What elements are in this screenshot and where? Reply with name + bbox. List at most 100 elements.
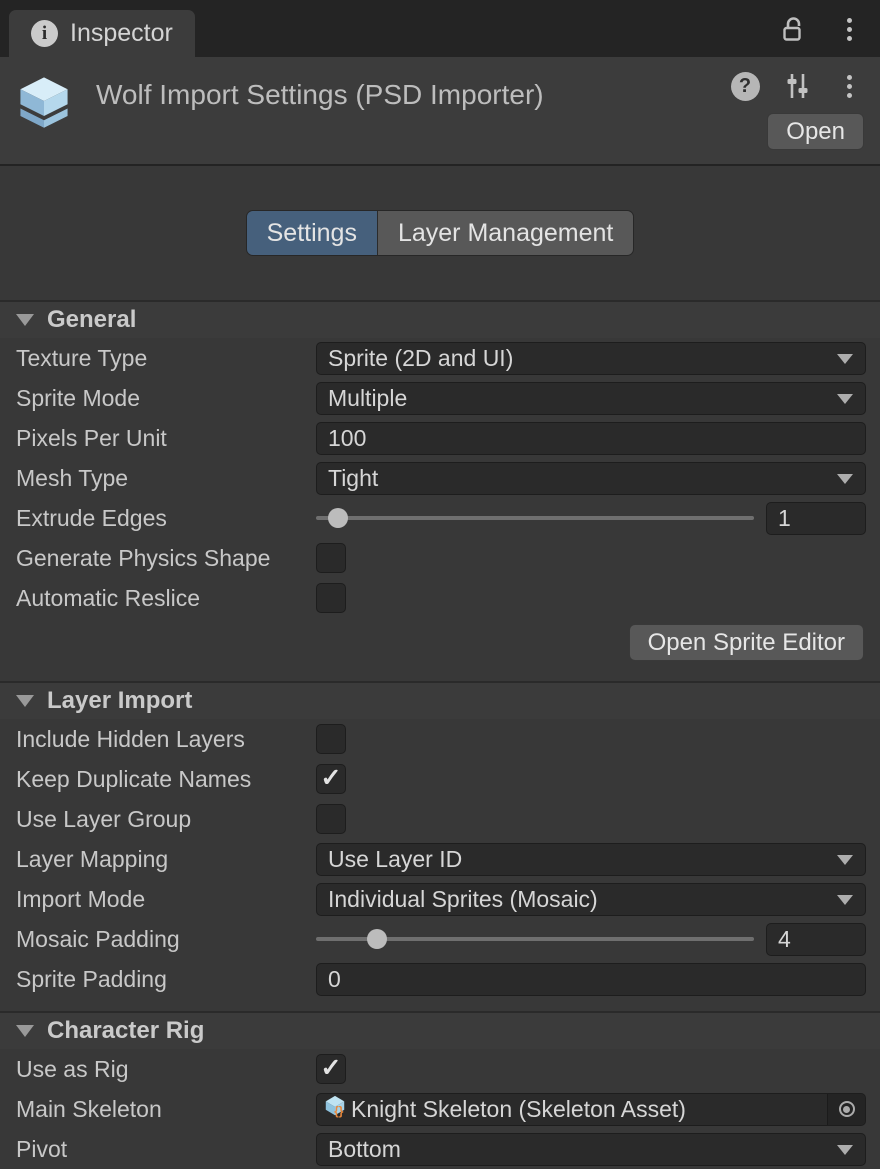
extrude-edges-slider[interactable] [316, 498, 754, 538]
section-title: Layer Import [47, 687, 192, 715]
slider-handle[interactable] [328, 508, 348, 528]
row-sprite-mode: Sprite Mode Multiple [0, 378, 880, 418]
field-label: Automatic Reslice [16, 585, 316, 612]
row-use-as-rig: Use as Rig ✓ [0, 1049, 880, 1089]
psd-importer-icon [14, 71, 74, 150]
row-import-mode: Import Mode Individual Sprites (Mosaic) [0, 879, 880, 919]
field-label: Pixels Per Unit [16, 425, 316, 452]
section-header-general[interactable]: General [0, 300, 880, 338]
open-sprite-editor-button[interactable]: Open Sprite Editor [629, 624, 864, 661]
pixels-per-unit-input[interactable] [316, 422, 866, 455]
object-field-value: Knight Skeleton (Skeleton Asset) [351, 1096, 827, 1123]
dropdown-value: Bottom [328, 1136, 401, 1163]
inspector-header: Wolf Import Settings (PSD Importer) ? Op… [0, 57, 880, 166]
dropdown-value: Individual Sprites (Mosaic) [328, 886, 598, 913]
section-layer-import: Layer Import Include Hidden Layers Keep … [0, 681, 880, 999]
row-texture-type: Texture Type Sprite (2D and UI) [0, 338, 880, 378]
section-header-character-rig[interactable]: Character Rig [0, 1011, 880, 1049]
row-mesh-type: Mesh Type Tight [0, 458, 880, 498]
sprite-mode-dropdown[interactable]: Multiple [316, 382, 866, 415]
row-include-hidden-layers: Include Hidden Layers [0, 719, 880, 759]
open-button[interactable]: Open [767, 113, 864, 150]
dropdown-caret-icon [837, 855, 853, 865]
row-layer-mapping: Layer Mapping Use Layer ID [0, 839, 880, 879]
row-extrude-edges: Extrude Edges [0, 498, 880, 538]
row-use-layer-group: Use Layer Group [0, 799, 880, 839]
info-icon: i [31, 20, 58, 47]
dropdown-value: Use Layer ID [328, 846, 462, 873]
foldout-icon [16, 695, 34, 707]
dropdown-caret-icon [837, 895, 853, 905]
field-label: Layer Mapping [16, 846, 316, 873]
extrude-edges-value-input[interactable] [766, 502, 866, 535]
use-as-rig-checkbox[interactable]: ✓ [316, 1054, 346, 1084]
lock-icon[interactable] [778, 14, 808, 44]
mosaic-padding-value-input[interactable] [766, 923, 866, 956]
include-hidden-layers-checkbox[interactable] [316, 724, 346, 754]
row-pixels-per-unit: Pixels Per Unit [0, 418, 880, 458]
tab-inspector[interactable]: i Inspector [9, 10, 195, 57]
field-label: Use as Rig [16, 1056, 316, 1083]
field-label: Include Hidden Layers [16, 726, 316, 753]
texture-type-dropdown[interactable]: Sprite (2D and UI) [316, 342, 866, 375]
skeleton-asset-icon: {} [323, 1094, 347, 1124]
tab-layer-management[interactable]: Layer Management [377, 211, 633, 255]
slider-track[interactable] [316, 937, 754, 941]
row-main-skeleton: Main Skeleton {} Knight Skeleton (Skelet… [0, 1089, 880, 1129]
sprite-padding-input[interactable] [316, 963, 866, 996]
mode-tab-group: Settings Layer Management [246, 210, 635, 256]
generate-physics-shape-checkbox[interactable] [316, 543, 346, 573]
row-keep-duplicate-names: Keep Duplicate Names ✓ [0, 759, 880, 799]
window-tab-bar: i Inspector [0, 0, 880, 57]
field-label: Extrude Edges [16, 505, 316, 532]
field-label: Pivot [16, 1136, 316, 1163]
object-picker-button[interactable] [827, 1094, 865, 1125]
pivot-dropdown[interactable]: Bottom [316, 1133, 866, 1166]
presets-icon[interactable] [782, 71, 812, 101]
tab-title: Inspector [70, 19, 173, 48]
field-label: Sprite Padding [16, 966, 316, 993]
dropdown-caret-icon [837, 1145, 853, 1155]
section-title: Character Rig [47, 1017, 204, 1045]
kebab-menu-icon[interactable] [834, 14, 864, 44]
field-label: Use Layer Group [16, 806, 316, 833]
row-mosaic-padding: Mosaic Padding [0, 919, 880, 959]
layer-mapping-dropdown[interactable]: Use Layer ID [316, 843, 866, 876]
automatic-reslice-checkbox[interactable] [316, 583, 346, 613]
section-title: General [47, 306, 136, 334]
row-automatic-reslice: Automatic Reslice [0, 578, 880, 618]
field-label: Sprite Mode [16, 385, 316, 412]
help-icon[interactable]: ? [730, 71, 760, 101]
dropdown-value: Tight [328, 465, 378, 492]
use-layer-group-checkbox[interactable] [316, 804, 346, 834]
import-mode-dropdown[interactable]: Individual Sprites (Mosaic) [316, 883, 866, 916]
dropdown-value: Multiple [328, 385, 407, 412]
checkmark-icon: ✓ [321, 766, 342, 791]
slider-track[interactable] [316, 516, 754, 520]
mosaic-padding-slider[interactable] [316, 919, 754, 959]
object-picker-icon [839, 1101, 855, 1117]
field-label: Import Mode [16, 886, 316, 913]
section-header-layer-import[interactable]: Layer Import [0, 681, 880, 719]
mesh-type-dropdown[interactable]: Tight [316, 462, 866, 495]
section-general: General Texture Type Sprite (2D and UI) … [0, 300, 880, 667]
main-skeleton-object-field[interactable]: {} Knight Skeleton (Skeleton Asset) [316, 1093, 866, 1126]
field-label: Main Skeleton [16, 1096, 316, 1123]
foldout-icon [16, 1025, 34, 1037]
kebab-menu-icon[interactable] [834, 71, 864, 101]
row-sprite-padding: Sprite Padding [0, 959, 880, 999]
dropdown-caret-icon [837, 354, 853, 364]
field-label: Texture Type [16, 345, 316, 372]
tab-settings[interactable]: Settings [247, 211, 377, 255]
row-generate-physics-shape: Generate Physics Shape [0, 538, 880, 578]
dropdown-caret-icon [837, 474, 853, 484]
dropdown-caret-icon [837, 394, 853, 404]
slider-handle[interactable] [367, 929, 387, 949]
checkmark-icon: ✓ [321, 1056, 342, 1081]
keep-duplicate-names-checkbox[interactable]: ✓ [316, 764, 346, 794]
svg-text:{}: {} [334, 1104, 344, 1118]
row-pivot: Pivot Bottom [0, 1129, 880, 1169]
field-label: Mosaic Padding [16, 926, 316, 953]
asset-title: Wolf Import Settings (PSD Importer) [96, 79, 708, 150]
field-label: Generate Physics Shape [16, 545, 316, 572]
